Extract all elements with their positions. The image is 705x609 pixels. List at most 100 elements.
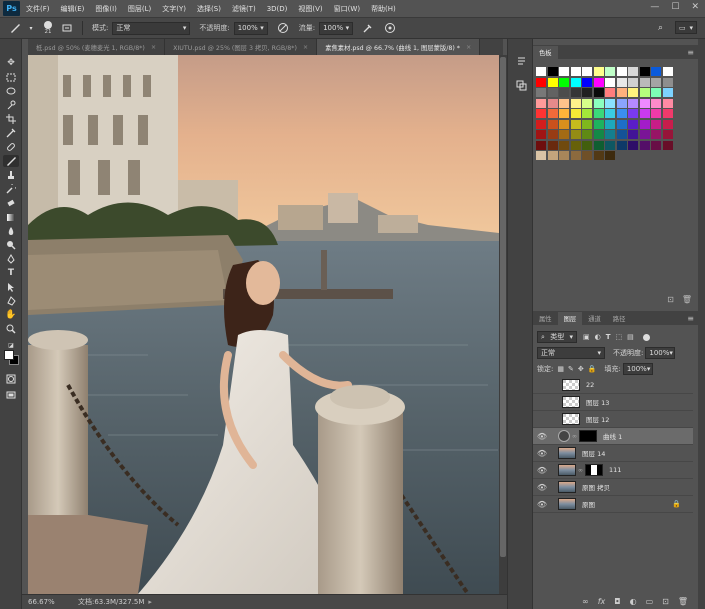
color-swatch[interactable] (559, 109, 569, 118)
dodge-tool-icon[interactable] (3, 239, 19, 251)
close-icon[interactable]: × (151, 44, 156, 51)
color-swatch[interactable] (536, 140, 546, 150)
link-icon[interactable]: ∞ (582, 597, 589, 606)
layer-row[interactable]: 图层 13 (533, 394, 693, 411)
color-swatch[interactable] (547, 109, 558, 118)
shape-filter-icon[interactable]: ⬚ (616, 333, 623, 341)
color-swatch[interactable] (662, 119, 673, 129)
path-select-tool-icon[interactable] (3, 281, 19, 293)
lock-all-icon[interactable]: 🔒 (588, 365, 597, 373)
color-swatch[interactable] (536, 119, 546, 129)
layer-row[interactable]: 22 (533, 377, 693, 394)
eye-icon[interactable]: 👁 (536, 430, 548, 442)
pressure-size-icon[interactable] (383, 21, 397, 35)
color-swatch[interactable] (547, 140, 558, 150)
color-swatch[interactable] (582, 98, 592, 108)
document-size-info[interactable]: 文档:63.3M/327.5M (78, 597, 144, 607)
color-swatch[interactable] (582, 109, 592, 118)
color-swatch[interactable] (582, 88, 592, 97)
color-swatch[interactable] (559, 88, 569, 97)
color-swatch[interactable] (639, 98, 650, 108)
tab-document-3-active[interactable]: 素焦素材.psd @ 66.7% (曲线 1, 图层蒙版/8) * × (317, 39, 481, 55)
menu-edit[interactable]: 编辑(E) (61, 4, 85, 14)
brush-panel-icon[interactable] (60, 21, 74, 35)
color-swatch[interactable] (651, 109, 661, 118)
screen-mode-icon[interactable] (3, 389, 19, 401)
tab-document-2[interactable]: XIUTU.psd @ 25% (图层 3 拷贝, RGB/8*) × (165, 39, 318, 55)
color-swatch[interactable] (628, 67, 638, 76)
search-icon[interactable]: ⌕ (658, 23, 663, 33)
color-swatch[interactable] (570, 140, 581, 150)
fill-field[interactable]: 100% ▾ (622, 363, 653, 375)
adjustment-filter-icon[interactable]: ◐ (595, 333, 601, 341)
panel-menu-icon[interactable]: ≡ (687, 314, 694, 323)
layer-mask-thumbnail[interactable] (585, 464, 603, 476)
color-swatch[interactable] (605, 77, 615, 87)
color-swatch[interactable] (547, 130, 558, 139)
menu-view[interactable]: 视图(V) (298, 4, 322, 14)
maximize-button[interactable]: ☐ (671, 2, 679, 12)
mask-icon[interactable]: ◘ (614, 597, 620, 606)
layer-row[interactable]: 👁 原图 拷贝 (533, 479, 693, 496)
color-swatch[interactable] (570, 77, 581, 87)
color-swatch[interactable] (547, 151, 558, 160)
trash-icon[interactable]: 🗑 (678, 597, 688, 606)
color-swatch[interactable] (639, 109, 650, 118)
smart-object-filter-icon[interactable]: ▤ (627, 333, 634, 341)
scrollbar-thumb[interactable] (500, 57, 506, 557)
visibility-toggle-empty[interactable] (536, 379, 548, 391)
color-swatch[interactable] (605, 151, 615, 160)
color-swatch[interactable] (582, 130, 592, 139)
color-swatch[interactable] (628, 119, 638, 129)
color-swatch[interactable] (628, 130, 638, 139)
layer-row[interactable]: 图层 12 (533, 411, 693, 428)
tab-layers[interactable]: 图层 (557, 312, 583, 325)
filter-toggle-icon[interactable] (642, 333, 650, 341)
crop-tool-icon[interactable] (3, 113, 19, 125)
color-swatch[interactable] (651, 98, 661, 108)
healing-brush-tool-icon[interactable] (3, 141, 19, 153)
color-swatch[interactable] (559, 140, 569, 150)
color-swatch[interactable] (547, 119, 558, 129)
color-swatch[interactable] (616, 130, 627, 139)
trash-icon[interactable]: 🗑 (682, 295, 692, 304)
history-brush-tool-icon[interactable] (3, 183, 19, 195)
color-swatch[interactable] (582, 119, 592, 129)
eye-icon[interactable]: 👁 (536, 498, 548, 510)
menu-select[interactable]: 选择(S) (197, 4, 221, 14)
color-swatch[interactable] (628, 77, 638, 87)
marquee-tool-icon[interactable] (3, 71, 19, 83)
blend-mode-select[interactable]: 正常 ▾ (537, 347, 605, 359)
color-swatch[interactable] (582, 151, 592, 160)
foreground-color-swatch[interactable] (4, 350, 14, 360)
fx-icon[interactable]: fx (598, 597, 606, 606)
tab-document-1[interactable]: 柢.psd @ 50% (麦穗麦光 1, RGB/8*) × (28, 39, 166, 55)
color-swatch[interactable] (536, 98, 546, 108)
tab-swatches[interactable]: 色板 (533, 46, 558, 59)
color-swatch[interactable] (570, 109, 581, 118)
tool-preset-dropdown[interactable]: ▾ (24, 21, 38, 35)
color-swatch[interactable] (605, 88, 615, 97)
flow-field[interactable]: 100% ▾ (319, 21, 354, 35)
color-swatch[interactable] (570, 88, 581, 97)
color-swatch[interactable] (559, 151, 569, 160)
color-swatch[interactable] (639, 130, 650, 139)
menu-help[interactable]: 帮助(H) (371, 4, 396, 14)
quick-select-tool-icon[interactable] (3, 99, 19, 111)
color-swatch[interactable] (616, 77, 627, 87)
color-swatch[interactable] (582, 67, 592, 76)
color-swatch[interactable] (547, 77, 558, 87)
color-swatch[interactable] (651, 88, 661, 97)
move-tool-icon[interactable]: ✥ (3, 57, 19, 69)
color-swatch[interactable] (662, 130, 673, 139)
close-button[interactable]: ✕ (691, 2, 699, 12)
hand-tool-icon[interactable]: ✋ (3, 309, 19, 321)
color-swatch[interactable] (662, 67, 673, 76)
color-swatch[interactable] (628, 88, 638, 97)
new-swatch-icon[interactable]: ⊡ (667, 295, 674, 304)
color-swatch[interactable] (651, 67, 661, 76)
color-swatch[interactable] (559, 130, 569, 139)
zoom-level-field[interactable]: 66.67% (28, 598, 64, 606)
color-swatch[interactable] (616, 119, 627, 129)
layer-row-selected[interactable]: 👁 ∞ 曲线 1 (533, 428, 693, 445)
